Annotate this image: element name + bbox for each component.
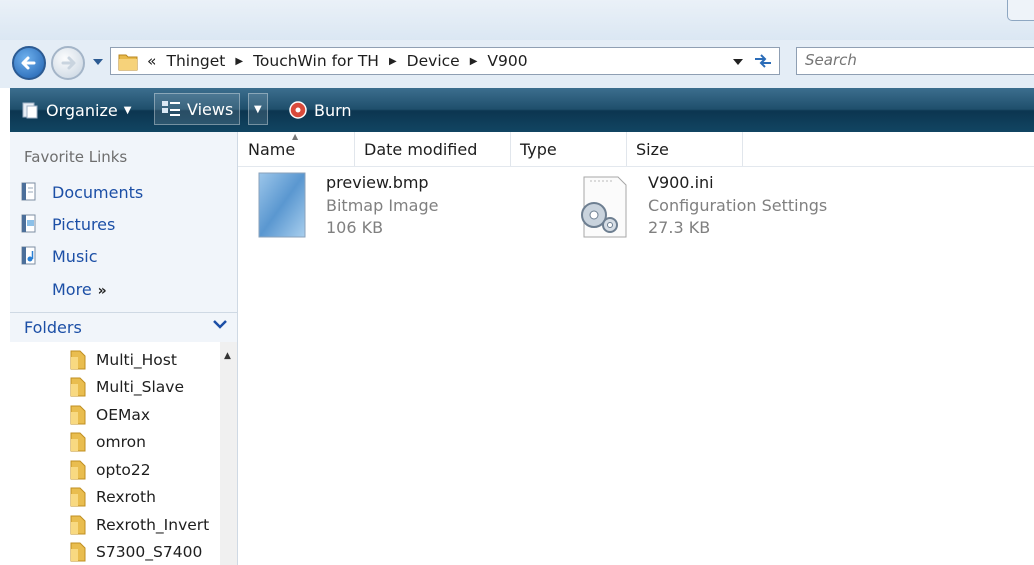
file-tile[interactable]: preview.bmp Bitmap Image 106 KB: [256, 172, 486, 243]
tree-item-label: Rexroth_Invert: [96, 516, 210, 534]
favorite-link-music[interactable]: Music: [20, 246, 98, 266]
column-header-label: Date modified: [364, 140, 478, 159]
tree-item[interactable]: Multi_Slave: [68, 376, 184, 398]
file-size: 27.3 KB: [648, 218, 711, 237]
search-input[interactable]: [797, 48, 1013, 72]
tree-item[interactable]: omron: [68, 431, 146, 453]
folder-icon: [70, 515, 86, 535]
tree-item[interactable]: Rexroth: [68, 486, 156, 508]
navigation-pane: Favorite Links Documents Pictures Music …: [10, 132, 238, 565]
back-arrow-icon: [21, 56, 36, 70]
breadcrumb: « Thinget ▶ TouchWin for TH ▶ Device ▶ V…: [147, 52, 528, 70]
column-header-label: Size: [636, 140, 669, 159]
tree-item[interactable]: opto22: [68, 459, 151, 481]
burn-disc-icon: [289, 101, 307, 119]
tree-item[interactable]: S7300_S7400: [68, 541, 202, 563]
views-dropdown-button[interactable]: ▼: [248, 93, 268, 125]
folder-icon: [70, 350, 86, 370]
folder-icon: [70, 377, 86, 397]
refresh-icon[interactable]: [751, 51, 775, 71]
organize-label: Organize: [46, 100, 118, 120]
column-header-label: Name: [248, 140, 296, 159]
more-label: More: [52, 280, 92, 299]
breadcrumb-item-device[interactable]: Device: [407, 52, 460, 70]
chevron-down-icon: [213, 320, 227, 329]
views-button[interactable]: Views: [154, 93, 241, 125]
music-icon: [21, 246, 36, 265]
file-name: V900.ini: [648, 173, 714, 192]
organize-icon: [22, 102, 38, 119]
folder-icon: [118, 54, 138, 71]
back-button[interactable]: [12, 46, 46, 80]
more-links-button[interactable]: More »: [52, 280, 107, 299]
file-name: preview.bmp: [326, 173, 429, 192]
breadcrumb-item-v900[interactable]: V900: [487, 52, 527, 70]
folder-icon: [70, 432, 86, 452]
tree-item[interactable]: Rexroth_Invert: [68, 514, 209, 536]
sort-ascending-icon: ▲: [292, 132, 299, 141]
favorite-link-label: Pictures: [52, 214, 116, 234]
favorite-link-documents[interactable]: Documents: [20, 182, 143, 202]
bitmap-image-icon: [258, 172, 306, 238]
command-toolbar: Organize ▼ Views ▼ Burn: [10, 88, 1034, 132]
breadcrumb-overflow[interactable]: «: [147, 52, 156, 70]
folder-icon: [70, 460, 86, 480]
column-header-date-modified[interactable]: Date modified: [354, 132, 511, 166]
config-settings-icon: [581, 176, 627, 238]
organize-dropdown-icon: ▼: [123, 104, 132, 116]
file-type: Configuration Settings: [648, 196, 828, 215]
tree-item[interactable]: OEMax: [68, 404, 150, 426]
folder-icon: [70, 487, 86, 507]
folder-icon: [70, 405, 86, 425]
address-bar[interactable]: « Thinget ▶ TouchWin for TH ▶ Device ▶ V…: [110, 47, 780, 75]
tree-item-label: omron: [96, 433, 146, 451]
tree-item-label: Multi_Host: [96, 351, 177, 369]
views-icon: [162, 101, 180, 116]
scroll-up-arrow-icon[interactable]: ▲: [224, 351, 231, 361]
burn-button[interactable]: Burn: [288, 88, 352, 132]
file-size: 106 KB: [326, 218, 384, 237]
folder-icon: [70, 542, 86, 562]
pictures-icon: [21, 214, 36, 233]
column-header-name[interactable]: Name ▲: [238, 132, 355, 166]
column-header-type[interactable]: Type: [510, 132, 627, 166]
burn-label: Burn: [314, 100, 352, 120]
tree-item-label: S7300_S7400: [96, 543, 203, 561]
favorite-link-label: Music: [52, 246, 98, 266]
forward-button[interactable]: [51, 46, 85, 80]
folders-header[interactable]: Folders: [10, 312, 237, 343]
window-control-button[interactable]: [1007, 0, 1034, 21]
folders-heading: Folders: [24, 318, 82, 337]
breadcrumb-separator-icon[interactable]: ▶: [470, 56, 478, 67]
documents-icon: [21, 182, 36, 201]
column-header-row: Name ▲ Date modified Type Size: [238, 132, 1034, 167]
column-header-label: Type: [520, 140, 557, 159]
breadcrumb-separator-icon[interactable]: ▶: [389, 56, 397, 67]
favorite-links-heading: Favorite Links: [24, 148, 128, 166]
file-tile[interactable]: V900.ini Configuration Settings 27.3 KB: [574, 173, 834, 243]
folder-tree-scrollbar[interactable]: ▲: [220, 342, 237, 565]
breadcrumb-item-touchwin[interactable]: TouchWin for TH: [253, 52, 379, 70]
column-header-size[interactable]: Size: [626, 132, 743, 166]
organize-button[interactable]: Organize ▼: [20, 88, 131, 132]
recent-pages-dropdown-icon[interactable]: [92, 58, 104, 66]
views-dropdown-icon: ▼: [254, 103, 262, 115]
address-history-dropdown-icon[interactable]: [733, 59, 743, 65]
forward-arrow-icon: [61, 56, 76, 70]
favorite-link-label: Documents: [52, 182, 144, 202]
window-titlebar: [0, 0, 1034, 40]
file-type: Bitmap Image: [326, 196, 439, 215]
tree-item-label: Multi_Slave: [96, 378, 184, 396]
tree-item[interactable]: Multi_Host: [68, 349, 177, 371]
favorite-link-pictures[interactable]: Pictures: [20, 214, 115, 234]
breadcrumb-separator-icon[interactable]: ▶: [235, 56, 243, 67]
folder-tree: Multi_Host Multi_Slave OEMax omron opto2…: [10, 342, 220, 565]
tree-item-label: opto22: [96, 461, 151, 479]
views-label: Views: [187, 99, 234, 119]
breadcrumb-item-thinget[interactable]: Thinget: [166, 52, 225, 70]
tree-item-label: Rexroth: [96, 488, 156, 506]
double-chevron-icon: »: [97, 283, 107, 299]
search-box[interactable]: [796, 47, 1034, 75]
tree-item-label: OEMax: [96, 406, 151, 424]
